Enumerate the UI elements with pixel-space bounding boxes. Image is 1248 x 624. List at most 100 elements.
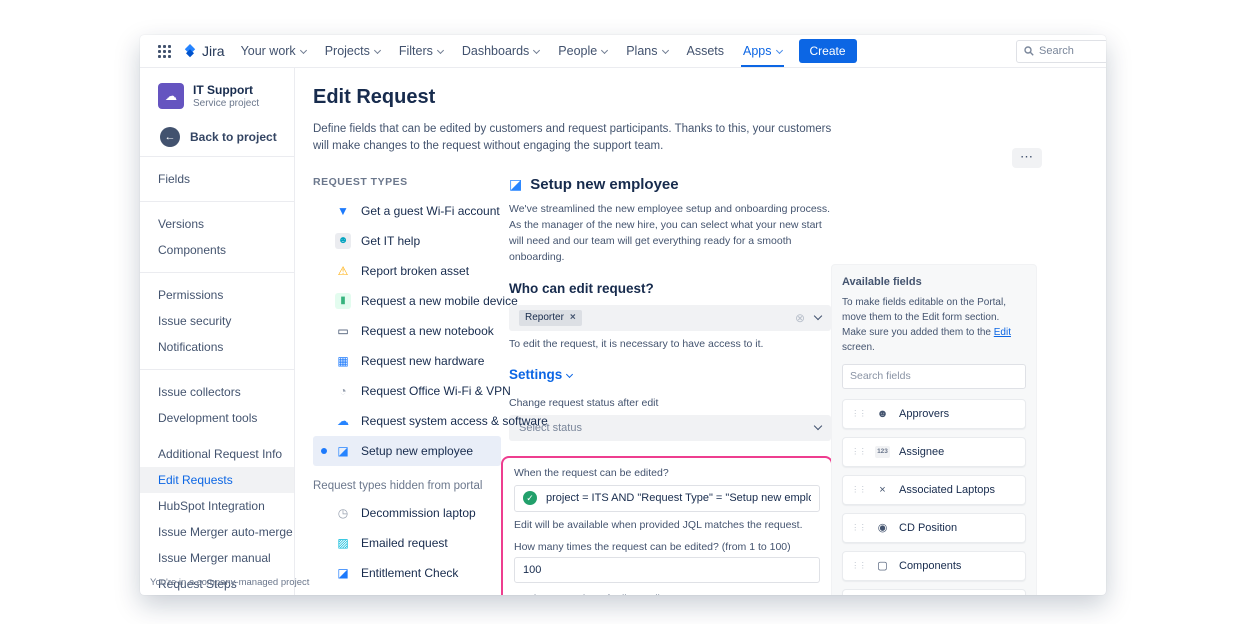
sidebar-item-label: Issue Merger manual — [158, 551, 271, 565]
nav-item-label: Apps — [743, 44, 772, 58]
search-fields-input[interactable] — [842, 364, 1026, 389]
clear-select-icon[interactable]: ⊗ — [795, 311, 805, 325]
drag-handle-icon[interactable] — [851, 484, 866, 495]
request-type-item[interactable]: ▼ Get a guest Wi-Fi account — [313, 196, 501, 226]
field-label: Associated Laptops — [899, 484, 995, 496]
request-type-label: Request new hardware — [361, 354, 484, 368]
app-switcher-icon[interactable] — [152, 39, 176, 63]
target-icon: ◉ — [875, 521, 890, 534]
request-types-list: ▼ Get a guest Wi-Fi account ☻ Get IT hel… — [313, 196, 509, 466]
sidebar-item[interactable]: Issue Merger auto-merge — [140, 519, 294, 545]
times-input[interactable] — [514, 557, 820, 583]
request-types-column: REQUEST TYPES ▼ Get a guest Wi-Fi accoun… — [313, 176, 509, 596]
settings-toggle[interactable]: Settings — [509, 367, 831, 382]
sidebar-item[interactable]: Notifications — [140, 334, 294, 360]
edit-screen-link[interactable]: Edit — [994, 327, 1011, 338]
drag-handle-icon[interactable] — [851, 446, 866, 457]
request-type-item[interactable]: ⚠ Report broken asset — [313, 256, 501, 286]
request-type-item[interactable]: ▨ Emailed request — [313, 528, 501, 558]
drag-handle-icon[interactable] — [851, 560, 866, 571]
request-type-item[interactable]: ◪ Entitlement Check — [313, 558, 501, 588]
sidebar-item[interactable]: Issue collectors — [140, 379, 294, 405]
create-button[interactable]: Create — [799, 39, 857, 63]
sidebar-item[interactable]: Edit Requests — [140, 467, 294, 493]
sidebar-item[interactable]: HubSpot Integration — [140, 493, 294, 519]
field-card[interactable]: 123 Assignee — [842, 437, 1026, 467]
hidden-request-types-list: ◷ Decommission laptop ▨ Emailed request … — [313, 498, 509, 596]
request-type-item[interactable]: ☺ Fix an account problem — [313, 588, 501, 596]
sidebar-item[interactable]: Issue security — [140, 308, 294, 334]
sidebar-item[interactable]: Issue Merger manual — [140, 545, 294, 571]
editor-description: We've streamlined the new employee setup… — [509, 201, 831, 266]
request-type-item[interactable]: ▭ Request a new notebook — [313, 316, 501, 346]
page-title: Edit Request — [313, 86, 1106, 109]
editor-column: ◪ Setup new employee We've streamlined t… — [509, 176, 831, 596]
nav-item[interactable]: Your work — [241, 35, 306, 67]
email-icon: ▨ — [335, 535, 351, 551]
field-card[interactable]: ▢ Components — [842, 551, 1026, 581]
drag-handle-icon[interactable] — [851, 408, 866, 419]
nav-item[interactable]: Assets — [687, 35, 725, 67]
request-type-item[interactable]: ☻ Get IT help — [313, 226, 501, 256]
jql-label: When the request can be edited? — [514, 467, 820, 479]
jql-input[interactable]: ✓ project = ITS AND "Request Type" = "Se… — [514, 485, 820, 512]
request-type-item[interactable]: ▮ Request a new mobile device — [313, 286, 501, 316]
nav-item[interactable]: Apps — [743, 35, 782, 67]
request-type-item[interactable]: ☁ Request system access & software — [313, 406, 501, 436]
screen: { "nav": { "logo_text": "Jira", "items":… — [0, 0, 1248, 624]
nav-item[interactable]: Projects — [325, 35, 380, 67]
field-card[interactable]: ≡ Description — [842, 589, 1026, 596]
main-content: Edit Request Define fields that can be e… — [295, 68, 1106, 595]
status-select[interactable]: Select status — [509, 415, 831, 441]
chevron-down-icon — [374, 46, 381, 53]
jql-valid-icon: ✓ — [523, 491, 537, 505]
nav-item[interactable]: Plans — [626, 35, 667, 67]
request-type-item[interactable]: ◔ Request Office Wi-Fi & VPN — [313, 376, 501, 406]
sidebar-item[interactable]: Components — [140, 237, 294, 263]
sidebar-item[interactable]: Versions — [140, 211, 294, 237]
content-columns: REQUEST TYPES ▼ Get a guest Wi-Fi accoun… — [313, 176, 1106, 596]
chevron-down-icon — [814, 422, 822, 430]
times-label: How many times the request can be edited… — [514, 541, 820, 553]
field-card[interactable]: × Associated Laptops — [842, 475, 1026, 505]
request-type-item[interactable]: ◪ Setup new employee — [313, 436, 501, 466]
component-icon: ▢ — [875, 559, 890, 572]
nav-item[interactable]: Dashboards — [462, 35, 539, 67]
field-card[interactable]: ☻ Approvers — [842, 399, 1026, 429]
sidebar-footer-note: You're in a company-managed project — [150, 577, 290, 588]
remove-tag-icon[interactable]: × — [570, 312, 576, 323]
who-can-edit-select[interactable]: Reporter × ⊗ — [509, 305, 831, 331]
global-search[interactable] — [1016, 40, 1106, 63]
request-type-label: Emailed request — [361, 536, 448, 550]
status-label: Change request status after edit — [509, 397, 831, 409]
sidebar-item-label: Issue collectors — [158, 385, 241, 399]
jira-logo[interactable]: Jira — [182, 43, 225, 59]
sidebar-item-label: Issue security — [158, 314, 231, 328]
sidebar-item[interactable]: Development tools — [140, 405, 294, 431]
more-options-button[interactable]: ⋯ — [1012, 148, 1042, 168]
sidebar-item[interactable]: Permissions — [140, 282, 294, 308]
jql-helper: Edit will be available when provided JQL… — [514, 519, 820, 531]
hardware-icon: ▦ — [335, 353, 351, 369]
sidebar-item[interactable]: Fields — [140, 166, 294, 192]
request-type-item[interactable]: ▦ Request new hardware — [313, 346, 501, 376]
field-label: Components — [899, 560, 961, 572]
request-type-label: Decommission laptop — [361, 506, 476, 520]
request-type-item[interactable]: ◷ Decommission laptop — [313, 498, 501, 528]
nav-item[interactable]: People — [558, 35, 607, 67]
nav-item-label: Dashboards — [462, 44, 529, 58]
sidebar-item[interactable]: Additional Request Info — [140, 441, 294, 467]
sidebar-item-label: Edit Requests — [158, 473, 233, 487]
field-card[interactable]: ◉ CD Position — [842, 513, 1026, 543]
sidebar-item-label: Versions — [158, 217, 204, 231]
nav-item[interactable]: Filters — [399, 35, 443, 67]
wifi-funnel-icon: ▼ — [335, 203, 351, 219]
back-to-project-label: Back to project — [190, 130, 277, 144]
drag-handle-icon[interactable] — [851, 522, 866, 533]
field-label: Assignee — [899, 446, 944, 458]
request-type-label: Get a guest Wi-Fi account — [361, 204, 500, 218]
search-input[interactable] — [1039, 45, 1094, 57]
project-sidebar: ☁ IT Support Service project ← Back to p… — [140, 68, 295, 595]
sidebar-item-label: Development tools — [158, 411, 257, 425]
back-to-project-button[interactable]: ← Back to project — [140, 127, 294, 147]
